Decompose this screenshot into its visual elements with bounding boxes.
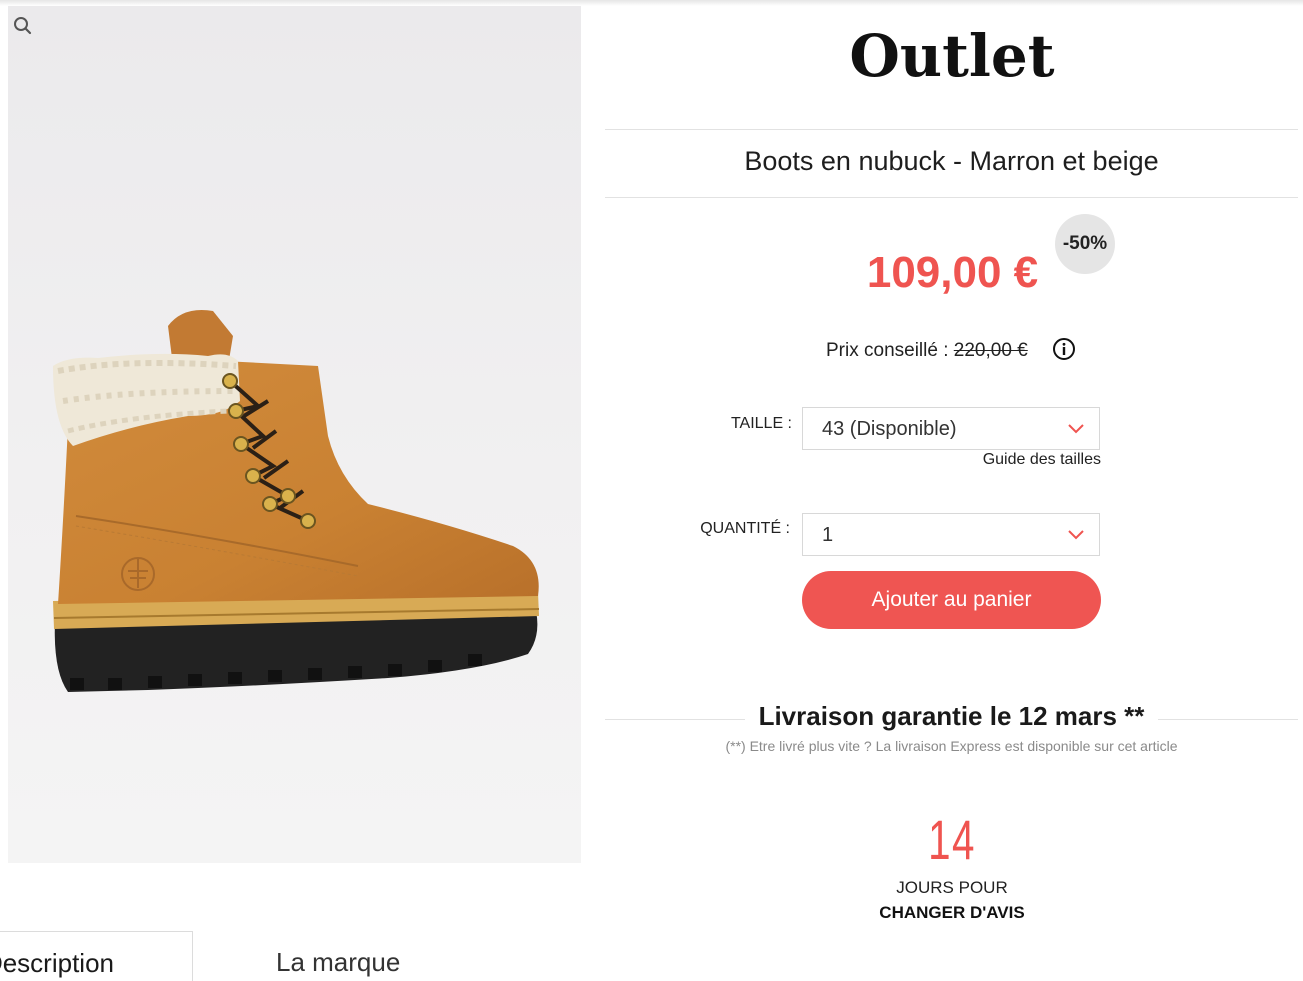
size-label: TAILLE : [730, 415, 792, 432]
discount-badge: -50% [1055, 214, 1115, 274]
divider-top [605, 129, 1298, 130]
tab-description[interactable]: Description [0, 931, 193, 981]
size-value: 43 (Disponible) [822, 418, 957, 440]
recommended-price: Prix conseillé : 220,00 € [826, 340, 1028, 362]
delivery-headline: Livraison garantie le 12 mars ** [605, 701, 1298, 732]
rrp-label: Prix conseillé : [826, 340, 954, 361]
delivery-headline-text: Livraison garantie le 12 mars ** [744, 701, 1159, 731]
add-to-cart-button[interactable]: Ajouter au panier [802, 571, 1101, 629]
info-icon[interactable] [1052, 337, 1076, 361]
product-title: Boots en nubuck - Marron et beige [744, 146, 1159, 176]
product-image[interactable] [8, 6, 581, 863]
return-line1: JOURS POUR [896, 878, 1008, 897]
boot-illustration [53, 310, 540, 692]
tab-brand[interactable]: La marque [276, 947, 400, 978]
quantity-label: QUANTITÉ : [700, 520, 790, 537]
return-line2: CHANGER D'AVIS [879, 903, 1025, 922]
quantity-select[interactable]: 1 [802, 513, 1100, 556]
chevron-down-icon [1068, 424, 1084, 434]
tab-description-label: Description [0, 948, 114, 978]
delivery-note: (**) Etre livré plus vite ? La livraison… [725, 738, 1178, 754]
product-price: 109,00 € [866, 248, 1039, 297]
chevron-down-icon [1068, 530, 1084, 540]
return-days: 14 [928, 808, 976, 871]
outlet-logo[interactable]: Outlet [850, 22, 1055, 86]
size-guide-link[interactable]: Guide des tailles [960, 451, 1101, 469]
rrp-value: 220,00 € [953, 340, 1028, 361]
svg-text:Outlet: Outlet [850, 22, 1055, 86]
size-select[interactable]: 43 (Disponible) [802, 407, 1100, 450]
divider-title [605, 197, 1298, 198]
quantity-value: 1 [822, 524, 834, 546]
